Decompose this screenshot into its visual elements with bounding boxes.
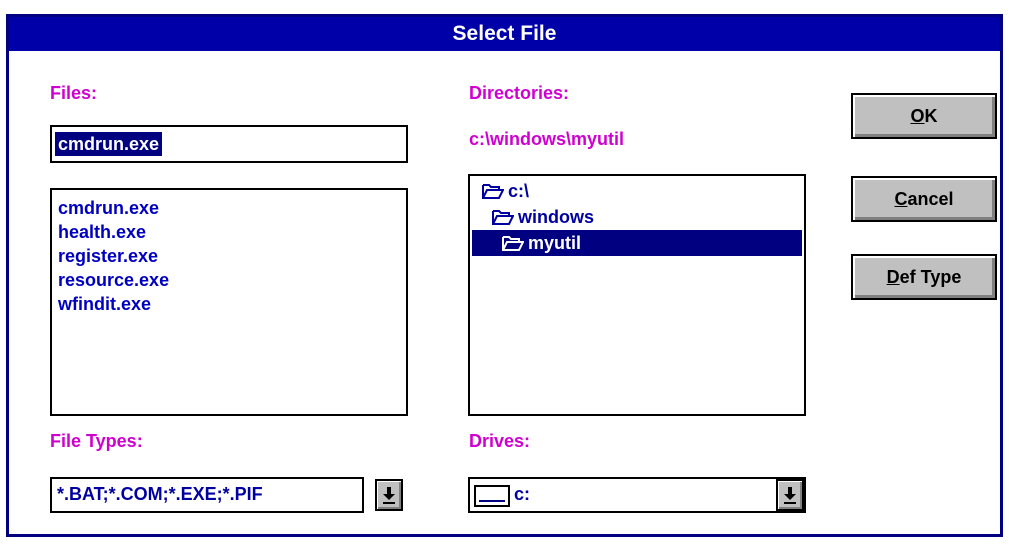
open-folder-icon [502, 236, 524, 251]
file-types-value: *.BAT;*.COM;*.EXE;*.PIF [57, 484, 263, 504]
directory-item-root[interactable]: c:\ [472, 178, 802, 204]
current-directory-path: c:\windows\myutil [469, 129, 625, 149]
directory-label: c:\ [508, 181, 530, 201]
drives-dropdown-button[interactable] [776, 479, 804, 511]
drives-combo[interactable]: c: [468, 477, 806, 513]
file-types-dropdown-button[interactable] [375, 479, 403, 511]
files-listbox[interactable]: cmdrun.exe health.exe register.exe resou… [50, 188, 408, 416]
filename-value: cmdrun.exe [55, 132, 163, 156]
file-types-label: File Types: [50, 431, 143, 451]
open-folder-icon [482, 184, 504, 199]
file-types-combo[interactable]: *.BAT;*.COM;*.EXE;*.PIF [50, 477, 364, 513]
ok-accelerator: O [910, 106, 925, 126]
list-item[interactable]: resource.exe [58, 268, 169, 292]
directories-listbox[interactable]: c:\ windows myutil [468, 174, 806, 416]
directory-label: windows [518, 207, 594, 227]
cancel-accelerator: C [894, 189, 908, 209]
drive-icon [474, 485, 510, 507]
files-label: Files: [50, 83, 98, 103]
directory-label: myutil [528, 233, 582, 253]
def-type-button[interactable]: Def Type [851, 254, 997, 300]
list-item[interactable]: wfindit.exe [58, 292, 151, 316]
cancel-label-rest: ancel [907, 189, 954, 209]
list-item[interactable]: health.exe [58, 220, 146, 244]
drives-value: c: [514, 484, 531, 504]
filename-input[interactable]: cmdrun.exe [50, 125, 408, 163]
dialog-title: Select File [9, 17, 1000, 51]
select-file-dialog: Select File Files: cmdrun.exe cmdrun.exe… [6, 14, 1003, 537]
directory-item-windows[interactable]: windows [472, 204, 802, 230]
list-item[interactable]: register.exe [58, 244, 158, 268]
directories-label: Directories: [469, 83, 570, 103]
ok-label-rest: K [924, 106, 938, 126]
cancel-button[interactable]: Cancel [851, 176, 997, 222]
ok-button[interactable]: OK [851, 93, 997, 139]
open-folder-icon [492, 210, 514, 225]
def-type-accelerator: D [886, 267, 900, 287]
directory-item-myutil[interactable]: myutil [472, 230, 802, 256]
drives-label: Drives: [469, 431, 531, 451]
arrow-down-icon [383, 487, 395, 504]
def-type-label-rest: ef Type [899, 267, 962, 287]
list-item[interactable]: cmdrun.exe [58, 196, 159, 220]
arrow-down-icon [784, 487, 796, 504]
